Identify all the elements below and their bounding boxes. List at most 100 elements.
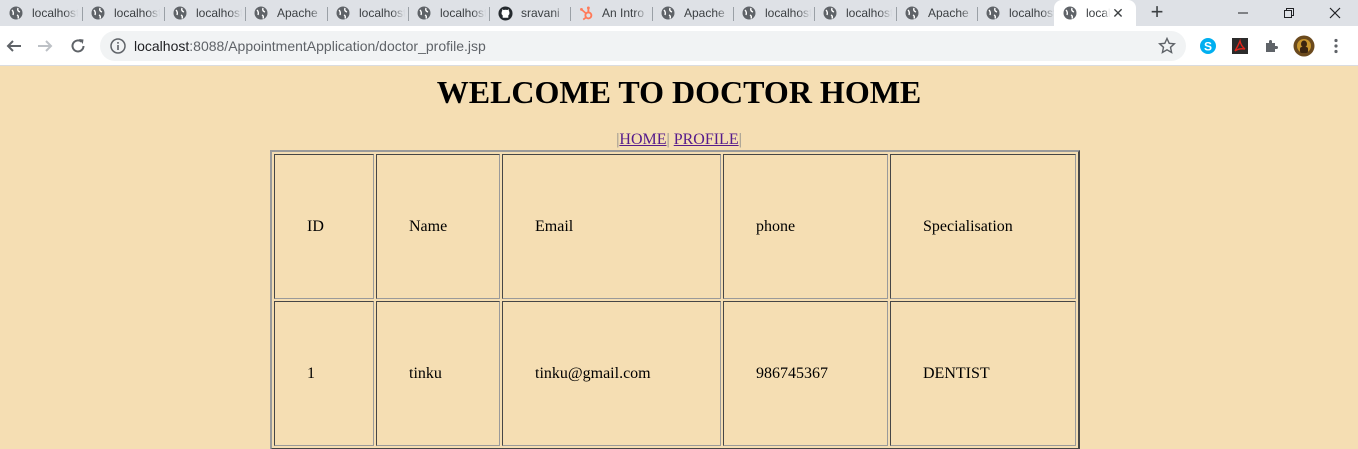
browser-tab[interactable]: sravani bbox=[489, 0, 570, 26]
tab-title: localhost bbox=[846, 6, 892, 20]
forward-button[interactable] bbox=[33, 34, 57, 58]
address-bar[interactable]: localhost:8088/AppointmentApplication/do… bbox=[100, 31, 1186, 61]
browser-tab[interactable]: localhost bbox=[82, 0, 164, 26]
minimize-icon bbox=[1238, 12, 1248, 14]
tab-separator bbox=[327, 7, 328, 21]
tab-title: Apache bbox=[684, 6, 725, 20]
cell-id: 1 bbox=[274, 301, 374, 446]
globe-icon bbox=[904, 5, 920, 21]
profile-link[interactable]: PROFILE bbox=[674, 131, 739, 148]
extensions-puzzle-icon[interactable] bbox=[1262, 36, 1282, 56]
page-content: WELCOME TO DOCTOR HOME |HOME| PROFILE| I… bbox=[0, 66, 1358, 449]
close-tab-icon[interactable]: ✕ bbox=[1110, 5, 1126, 21]
tab-separator bbox=[733, 7, 734, 21]
tab-strip: localhost localhost localhost Apache loc… bbox=[0, 0, 1358, 26]
globe-icon bbox=[172, 5, 188, 21]
globe-icon bbox=[660, 5, 676, 21]
table-header-row: ID Name Email phone Specialisation bbox=[274, 154, 1076, 299]
tab-separator bbox=[814, 7, 815, 21]
browser-tab-active[interactable]: localhost ✕ bbox=[1054, 0, 1136, 26]
tab-separator bbox=[489, 7, 490, 21]
tab-title: localhost bbox=[32, 6, 78, 20]
tab-title: localhost bbox=[1009, 6, 1055, 20]
cell-email: tinku@gmail.com bbox=[502, 301, 721, 446]
browser-tab[interactable]: An Intro bbox=[570, 0, 652, 26]
browser-tab[interactable]: localhost bbox=[0, 0, 82, 26]
globe-icon bbox=[985, 5, 1001, 21]
tab-title: localhost bbox=[359, 6, 405, 20]
nav-links: |HOME| PROFILE| bbox=[0, 131, 1358, 149]
svg-text:S: S bbox=[1204, 40, 1212, 54]
globe-icon bbox=[253, 5, 269, 21]
nav-separator: | bbox=[666, 131, 670, 148]
arrow-left-icon bbox=[6, 40, 21, 52]
browser-tab[interactable]: Apache bbox=[245, 0, 327, 26]
browser-tab[interactable]: localhost bbox=[327, 0, 408, 26]
header-cell-id: ID bbox=[274, 154, 374, 299]
tab-title: An Intro bbox=[602, 6, 645, 20]
restore-icon bbox=[1284, 8, 1294, 18]
tab-separator bbox=[977, 7, 978, 21]
browser-tab[interactable]: localhost bbox=[977, 0, 1056, 26]
url-host: localhost bbox=[134, 38, 190, 54]
header-cell-specialisation: Specialisation bbox=[890, 154, 1076, 299]
tab-separator bbox=[896, 7, 897, 21]
restore-button[interactable] bbox=[1266, 0, 1312, 26]
globe-icon bbox=[822, 5, 838, 21]
hubspot-icon bbox=[578, 5, 594, 21]
tab-title: Apache bbox=[277, 6, 318, 20]
tab-separator bbox=[82, 7, 83, 21]
cell-phone: 986745367 bbox=[723, 301, 888, 446]
url-path: :8088/AppointmentApplication/doctor_prof… bbox=[189, 38, 486, 54]
close-icon bbox=[1329, 7, 1341, 19]
header-cell-name: Name bbox=[376, 154, 500, 299]
globe-icon bbox=[90, 5, 106, 21]
globe-icon bbox=[416, 5, 432, 21]
browser-tab[interactable]: localhost bbox=[408, 0, 489, 26]
doctor-table: ID Name Email phone Specialisation 1 tin… bbox=[270, 150, 1080, 449]
tab-title: localhost bbox=[114, 6, 160, 20]
profile-avatar[interactable] bbox=[1292, 34, 1316, 58]
browser-tab[interactable]: Apache bbox=[896, 0, 977, 26]
github-icon bbox=[497, 5, 513, 21]
tab-title: Apache bbox=[928, 6, 969, 20]
globe-icon bbox=[335, 5, 351, 21]
reload-icon bbox=[71, 39, 85, 53]
close-window-button[interactable] bbox=[1312, 0, 1358, 26]
table-row: 1 tinku tinku@gmail.com 986745367 DENTIS… bbox=[274, 301, 1076, 446]
browser-tab[interactable]: localhost bbox=[814, 0, 896, 26]
page-title: WELCOME TO DOCTOR HOME bbox=[436, 74, 922, 110]
browser-tab[interactable]: localhost bbox=[164, 0, 245, 26]
globe-icon bbox=[1062, 5, 1078, 21]
browser-tab[interactable]: Apache bbox=[652, 0, 733, 26]
tab-title: localhost bbox=[1086, 6, 1110, 20]
tab-title: localhost bbox=[765, 6, 811, 20]
header-cell-phone: phone bbox=[723, 154, 888, 299]
browser-toolbar: localhost:8088/AppointmentApplication/do… bbox=[0, 26, 1358, 66]
home-link[interactable]: HOME bbox=[619, 131, 666, 148]
tab-title: sravani bbox=[521, 6, 560, 20]
back-button[interactable] bbox=[2, 34, 26, 58]
header-cell-email: Email bbox=[502, 154, 721, 299]
tab-separator bbox=[570, 7, 571, 21]
cell-specialisation: DENTIST bbox=[890, 301, 1076, 446]
pdf-icon[interactable] bbox=[1230, 36, 1250, 56]
arrow-right-icon bbox=[38, 40, 53, 52]
tab-title: localhost bbox=[440, 6, 486, 20]
globe-icon bbox=[8, 5, 24, 21]
globe-icon bbox=[741, 5, 757, 21]
menu-kebab-icon[interactable] bbox=[1326, 36, 1346, 56]
url-text[interactable]: localhost:8088/AppointmentApplication/do… bbox=[134, 38, 486, 54]
tab-title: localhost bbox=[196, 6, 242, 20]
new-tab-button[interactable]: + bbox=[1146, 1, 1168, 24]
reload-button[interactable] bbox=[66, 34, 90, 58]
info-icon[interactable] bbox=[110, 38, 126, 54]
tab-separator bbox=[164, 7, 165, 21]
browser-tab[interactable]: localhost bbox=[733, 0, 814, 26]
minimize-button[interactable] bbox=[1220, 0, 1266, 26]
tab-separator bbox=[408, 7, 409, 21]
nav-separator: | bbox=[738, 131, 742, 148]
tab-separator bbox=[245, 7, 246, 21]
skype-icon[interactable]: S bbox=[1198, 36, 1218, 56]
bookmark-star-icon[interactable] bbox=[1158, 37, 1176, 55]
